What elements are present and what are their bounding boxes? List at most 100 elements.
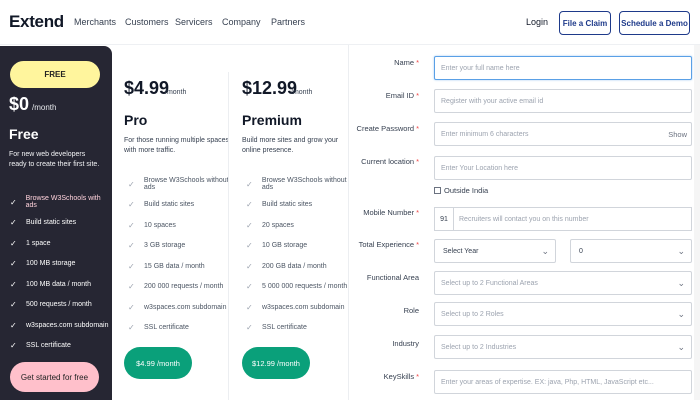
list-item: ✓ Build static sites	[10, 218, 77, 228]
list-item: ✓ Browse W3Schools without ads	[246, 177, 347, 192]
list-item: ✓ 200 000 requests / month	[128, 282, 224, 292]
check-icon: ✓	[246, 323, 253, 333]
pro-plan-title: Pro	[124, 112, 148, 128]
mobile-field[interactable]: Recruiters will contact you on this numb…	[453, 207, 692, 231]
outside-india-checkbox[interactable]: Outside India	[434, 186, 488, 195]
brand-logo[interactable]: Extend	[9, 12, 64, 32]
check-icon: ✓	[128, 261, 135, 271]
experience-label: Total Experience *	[358, 240, 419, 249]
list-item: ✓ 10 spaces	[128, 220, 176, 230]
mobile-label: Mobile Number *	[363, 208, 419, 217]
list-item: ✓ 200 GB data / month	[246, 261, 327, 271]
role-label: Role	[403, 306, 419, 315]
experience-month-select[interactable]: 0 ⌄	[570, 239, 692, 263]
pro-buy-button[interactable]: $4.99 /month	[124, 347, 192, 379]
list-item: ✓ w3spaces.com subdomain	[128, 302, 227, 312]
list-item: ✓ w3spaces.com subdomain	[10, 320, 109, 330]
nav-link-partners[interactable]: Partners	[271, 17, 305, 27]
free-price: $0	[9, 94, 30, 114]
email-field[interactable]: Register with your active email id	[434, 89, 692, 113]
top-nav: Extend Merchants Customers Servicers Com…	[0, 0, 700, 45]
premium-per-month: /month	[291, 89, 313, 96]
check-icon: ✓	[246, 179, 253, 189]
check-icon: ✓	[246, 220, 253, 230]
pro-per-month: /month	[165, 89, 187, 96]
keyskills-label: KeySkills *	[383, 372, 419, 381]
check-icon: ✓	[10, 197, 17, 207]
password-field[interactable]: Enter minimum 6 characters Show	[434, 122, 692, 146]
name-label: Name *	[394, 58, 419, 67]
email-label: Email ID *	[385, 91, 419, 100]
check-icon: ✓	[128, 302, 135, 312]
get-started-free-button[interactable]: Get started for free	[10, 362, 99, 392]
premium-feature-list: ✓ Browse W3Schools without ads ✓ Build sta…	[246, 174, 358, 338]
list-item: ✓ Build static sites	[128, 200, 195, 210]
check-icon: ✓	[128, 323, 135, 333]
list-item: ✓ 20 spaces	[246, 220, 294, 230]
check-icon: ✓	[10, 259, 17, 269]
list-item: ✓ Build static sites	[246, 200, 313, 210]
premium-price: $12.99	[242, 78, 298, 98]
pro-feature-list: ✓ Browse W3Schools without ads ✓ Build sta…	[128, 174, 240, 338]
check-icon: ✓	[246, 200, 253, 210]
free-per-month: /month	[32, 103, 57, 112]
chevron-down-icon: ⌄	[677, 278, 685, 288]
chevron-down-icon: ⌄	[677, 309, 685, 319]
country-code[interactable]: 91	[434, 207, 453, 231]
check-icon: ✓	[246, 282, 253, 292]
nav-link-customers[interactable]: Customers	[125, 17, 169, 27]
nav-link-servicers[interactable]: Servicers	[175, 17, 213, 27]
list-item: ✓ Browse W3Schools with ads	[10, 195, 101, 210]
role-select[interactable]: Select up to 2 Roles ⌄	[434, 302, 692, 326]
keyskills-field[interactable]: Enter your areas of expertise. EX: java,…	[434, 370, 692, 394]
scrollbar[interactable]	[694, 45, 700, 400]
free-feature-list: ✓ Browse W3Schools with ads ✓ Build static…	[10, 192, 110, 356]
free-badge: FREE	[10, 61, 100, 88]
nav-link-company[interactable]: Company	[222, 17, 261, 27]
plan-divider	[228, 72, 229, 400]
industry-select[interactable]: Select up to 2 Industries ⌄	[434, 335, 692, 359]
list-item: ✓ Browse W3Schools without ads	[128, 177, 229, 192]
file-claim-button[interactable]: File a Claim	[559, 11, 611, 35]
functional-area-select[interactable]: Select up to 2 Functional Areas ⌄	[434, 271, 692, 295]
pro-plan-description: For those running multiple spaces with m…	[124, 137, 230, 154]
check-icon: ✓	[246, 241, 253, 251]
location-field[interactable]: Enter Your Location here	[434, 156, 692, 180]
list-item: ✓ SSL certificate	[246, 323, 307, 333]
list-item: ✓ 10 GB storage	[246, 241, 308, 251]
free-plan-description: For new web developers ready to create t…	[9, 151, 100, 168]
list-item: ✓ SSL certificate	[128, 323, 189, 333]
check-icon: ✓	[128, 220, 135, 230]
list-item: ✓ SSL certificate	[10, 341, 71, 351]
checkbox-box[interactable]	[434, 187, 441, 194]
check-icon: ✓	[128, 241, 135, 251]
name-field[interactable]: Enter your full name here	[434, 56, 692, 80]
list-item: ✓ 500 requests / month	[10, 300, 92, 310]
list-item: ✓ w3spaces.com subdomain	[246, 302, 345, 312]
premium-plan-title: Premium	[242, 112, 302, 128]
login-link[interactable]: Login	[526, 17, 548, 27]
chevron-down-icon: ⌄	[541, 246, 549, 256]
check-icon: ✓	[10, 279, 17, 289]
experience-year-select[interactable]: Select Year ⌄	[434, 239, 556, 263]
premium-plan-description: Build more sites and grow your online pr…	[242, 137, 339, 154]
check-icon: ✓	[10, 218, 17, 228]
schedule-demo-button[interactable]: Schedule a Demo	[619, 11, 690, 35]
check-icon: ✓	[128, 200, 135, 210]
check-icon: ✓	[246, 261, 253, 271]
free-plan-title: Free	[9, 126, 39, 142]
premium-buy-button[interactable]: $12.99 /month	[242, 347, 310, 379]
check-icon: ✓	[10, 320, 17, 330]
industry-label: Industry	[392, 339, 419, 348]
list-item: ✓ 100 MB data / month	[10, 279, 91, 289]
nav-link-merchants[interactable]: Merchants	[74, 17, 116, 27]
list-item: ✓ 15 GB data / month	[128, 261, 205, 271]
location-label: Current location *	[361, 157, 419, 166]
free-plan-card: FREE $0 /month Free For new web develope…	[0, 46, 112, 400]
list-item: ✓ 5 000 000 requests / month	[246, 282, 348, 292]
chevron-down-icon: ⌄	[677, 246, 685, 256]
show-password-toggle[interactable]: Show	[668, 130, 687, 139]
chevron-down-icon: ⌄	[677, 342, 685, 352]
check-icon: ✓	[128, 179, 135, 189]
list-item: ✓ 1 space	[10, 238, 51, 248]
